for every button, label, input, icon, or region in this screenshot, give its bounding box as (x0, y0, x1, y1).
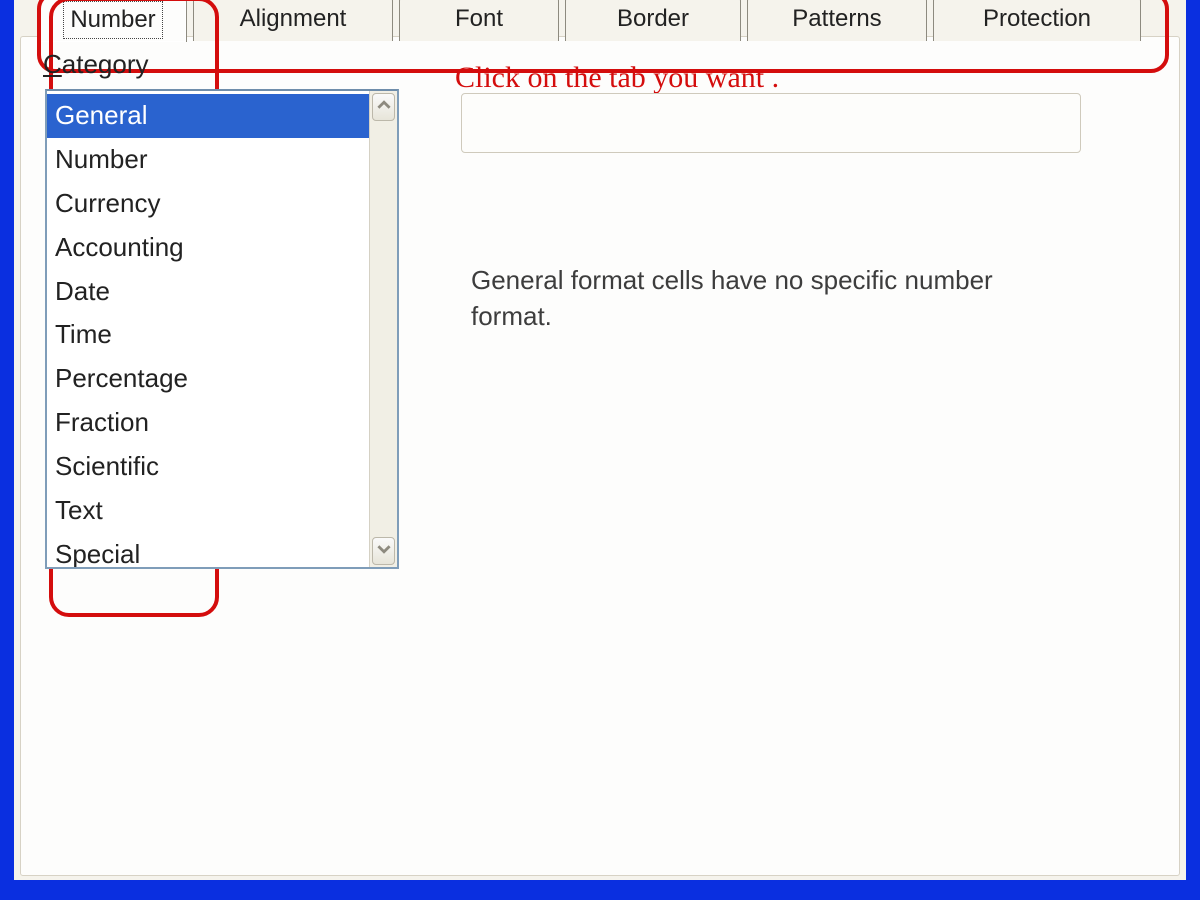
list-item[interactable]: General (47, 94, 369, 138)
tab-number[interactable]: Number (39, 0, 187, 42)
window-frame: Number Alignment Font Border Patterns Pr… (0, 0, 1200, 900)
sample-preview-box (461, 93, 1081, 153)
tab-label: Patterns (786, 1, 887, 37)
category-mnemonic: C (43, 49, 62, 79)
dialog-panel: Number Alignment Font Border Patterns Pr… (20, 36, 1180, 876)
tab-alignment[interactable]: Alignment (193, 0, 393, 41)
category-list-items: General Number Currency Accounting Date … (47, 91, 369, 567)
list-item[interactable]: Currency (47, 182, 369, 226)
tab-label: Font (449, 1, 509, 37)
format-description: General format cells have no specific nu… (471, 263, 1031, 335)
list-item[interactable]: Accounting (47, 226, 369, 270)
category-label: Category (43, 49, 149, 80)
scroll-down-button[interactable] (372, 537, 395, 565)
list-item[interactable]: Date (47, 270, 369, 314)
list-item[interactable]: Percentage (47, 357, 369, 401)
scroll-up-button[interactable] (372, 93, 395, 121)
category-listbox[interactable]: General Number Currency Accounting Date … (45, 89, 399, 569)
chevron-up-icon (377, 98, 391, 117)
tab-font[interactable]: Font (399, 0, 559, 41)
tab-border[interactable]: Border (565, 0, 741, 41)
list-item[interactable]: Time (47, 313, 369, 357)
list-item[interactable]: Scientific (47, 445, 369, 489)
chevron-down-icon (377, 542, 391, 561)
tab-label: Alignment (234, 1, 353, 37)
listbox-scrollbar[interactable] (369, 91, 397, 567)
list-item[interactable]: Fraction (47, 401, 369, 445)
tab-label: Protection (977, 1, 1097, 37)
list-item[interactable]: Number (47, 138, 369, 182)
tab-label: Border (611, 1, 695, 37)
tab-patterns[interactable]: Patterns (747, 0, 927, 41)
category-label-rest: ategory (62, 49, 149, 79)
annotation-text: Click on the tab you want . (455, 61, 779, 95)
tabs-row: Number Alignment Font Border Patterns Pr… (39, 0, 1159, 41)
list-item[interactable]: Text (47, 489, 369, 533)
list-item[interactable]: Special (47, 533, 369, 567)
tab-protection[interactable]: Protection (933, 0, 1141, 41)
tab-label: Number (63, 1, 162, 39)
